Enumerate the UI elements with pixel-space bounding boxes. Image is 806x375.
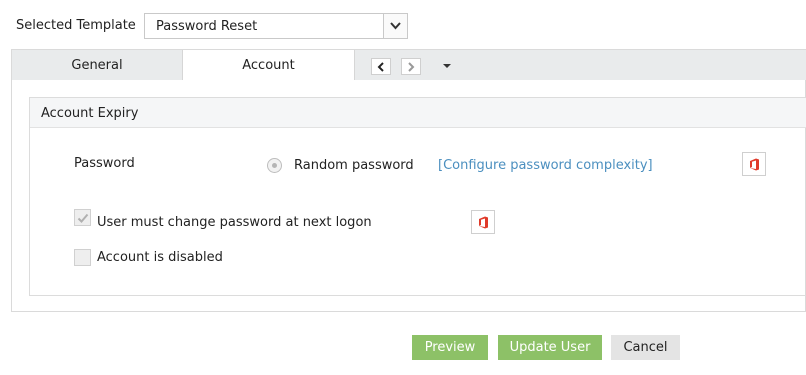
password-label: Password <box>74 156 135 171</box>
preview-button[interactable]: Preview <box>412 335 488 360</box>
tab-prev-button[interactable] <box>371 58 391 75</box>
section-title: Account Expiry <box>41 106 139 121</box>
caret-down-icon[interactable] <box>441 61 453 71</box>
tab-account[interactable]: Account <box>183 50 355 83</box>
checkmark-icon <box>77 213 89 223</box>
must-change-password-checkbox[interactable] <box>74 209 91 226</box>
cancel-button[interactable]: Cancel <box>611 335 680 360</box>
office365-icon <box>750 158 759 171</box>
account-disabled-checkbox[interactable] <box>74 249 91 266</box>
random-password-radio[interactable] <box>267 158 282 173</box>
account-panel: Account Expiry <box>11 80 806 312</box>
account-expiry-section: Account Expiry <box>29 97 806 296</box>
tab-next-button[interactable] <box>401 58 421 75</box>
must-change-password-label: User must change password at next logon <box>97 215 372 230</box>
account-disabled-label: Account is disabled <box>97 250 223 265</box>
chevron-down-icon[interactable] <box>383 14 407 38</box>
template-label: Selected Template <box>16 18 136 33</box>
configure-complexity-link[interactable]: [Configure password complexity] <box>438 158 653 173</box>
template-select[interactable]: Password Reset <box>144 13 408 39</box>
tab-general[interactable]: General <box>12 50 183 82</box>
tab-bar: General Account <box>11 49 806 83</box>
section-header: Account Expiry <box>30 98 806 128</box>
office365-logon-button[interactable] <box>471 210 495 234</box>
update-user-button[interactable]: Update User <box>498 335 602 360</box>
template-select-value: Password Reset <box>156 19 258 34</box>
random-password-label: Random password <box>294 158 414 173</box>
office365-icon <box>479 216 488 229</box>
chevron-right-icon <box>408 62 415 72</box>
template-selector-row: Selected Template Password Reset <box>0 10 806 42</box>
office365-password-button[interactable] <box>742 152 766 176</box>
chevron-left-icon <box>377 62 384 72</box>
